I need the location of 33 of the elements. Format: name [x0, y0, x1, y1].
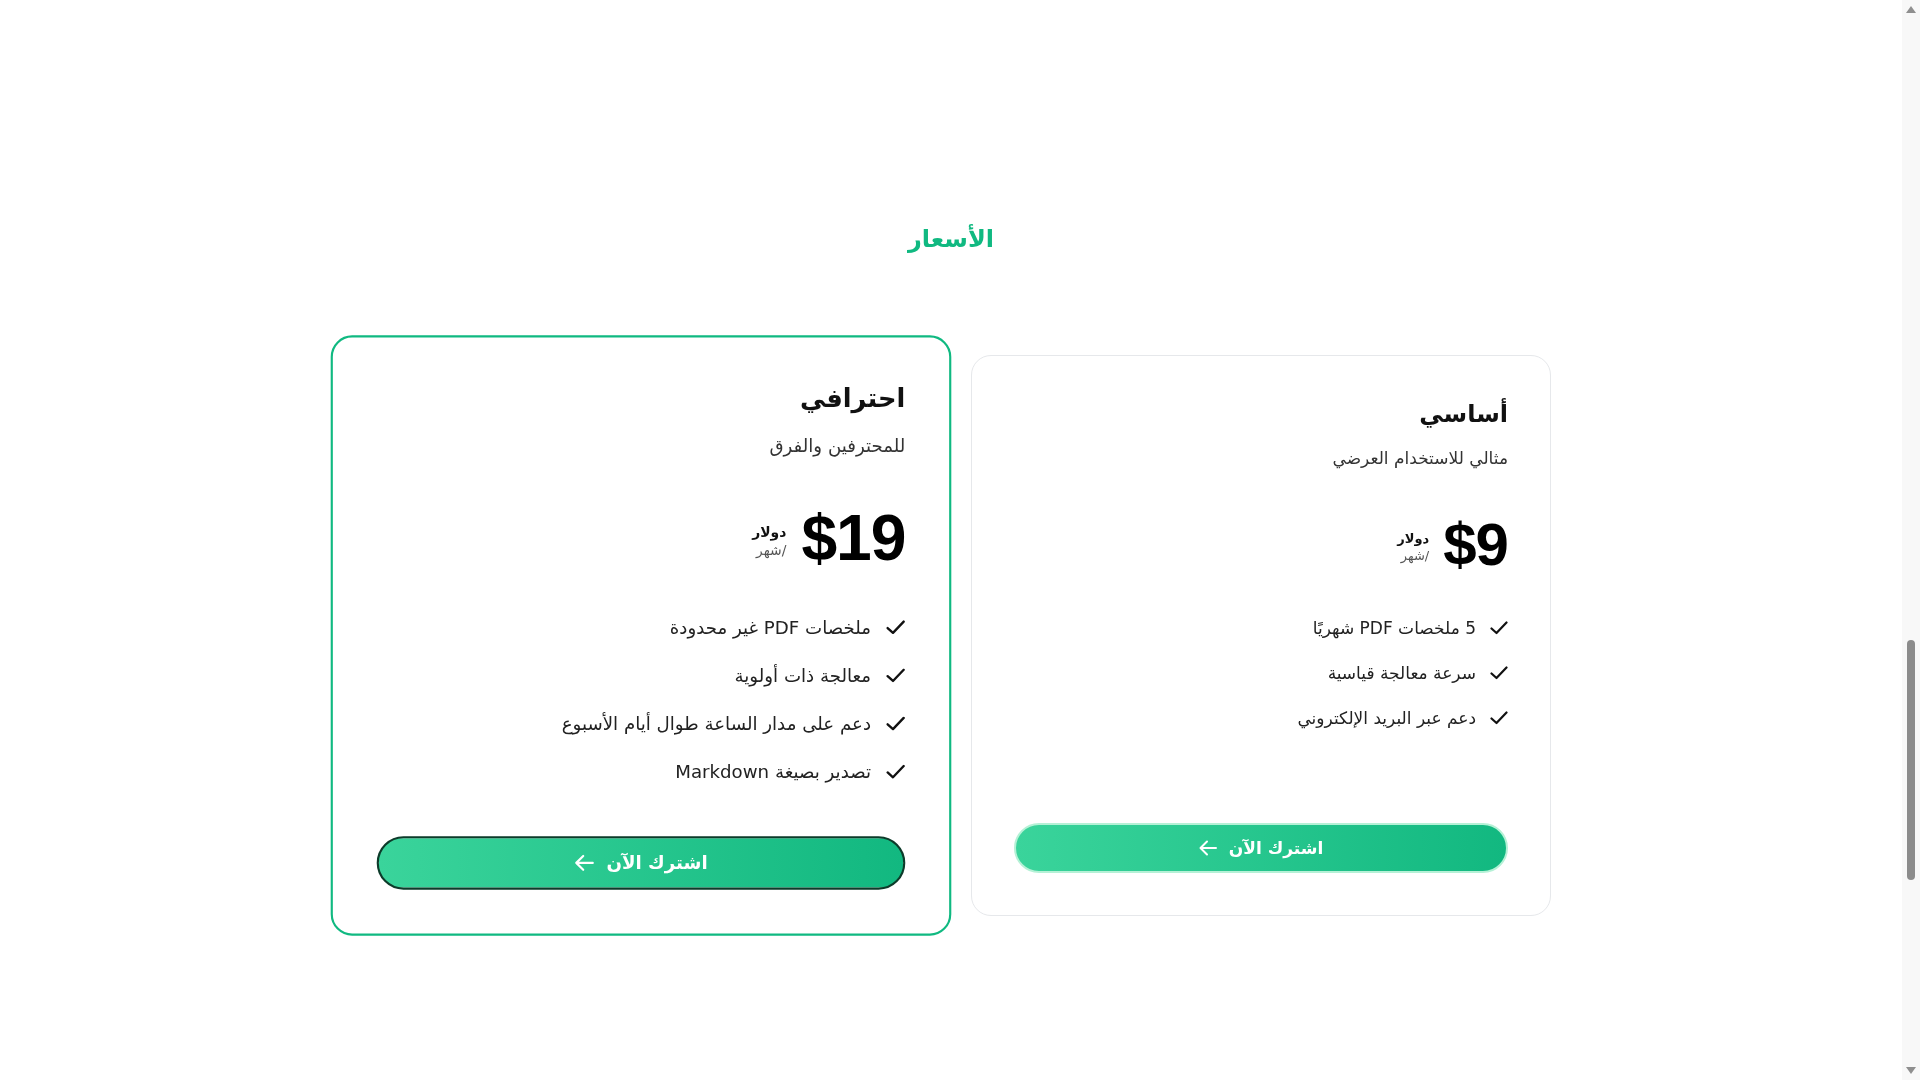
section-title: الأسعار	[907, 223, 995, 255]
arrow-left-icon	[1198, 840, 1217, 856]
feature-text: معالجة ذات أولوية	[734, 663, 872, 689]
plan-description: مثالي للاستخدام العرضي	[1332, 447, 1508, 471]
check-icon	[886, 668, 906, 684]
subscribe-button[interactable]: اشترك الآن	[1014, 823, 1508, 873]
scroll-down-icon[interactable]	[1906, 1067, 1916, 1074]
check-icon	[886, 764, 906, 780]
feature-text: سرعة معالجة قياسية	[1327, 662, 1476, 685]
scrollbar-thumb[interactable]	[1907, 640, 1915, 880]
plan-description: للمحترفين والفرق	[769, 433, 906, 459]
scroll-up-icon[interactable]	[1906, 6, 1916, 13]
feature-text: دعم على مدار الساعة طوال أيام الأسبوع	[561, 711, 872, 737]
check-icon	[1490, 666, 1508, 680]
scrollbar[interactable]	[1902, 0, 1920, 1080]
check-icon	[886, 716, 906, 732]
price: $19	[801, 501, 906, 576]
arrow-left-icon	[574, 854, 594, 872]
period-label: /شهر	[1400, 547, 1430, 564]
feature-text: تصدير بصيغة Markdown	[675, 760, 872, 785]
subscribe-button[interactable]: اشترك الآن	[376, 836, 906, 890]
check-icon	[1490, 621, 1508, 635]
feature-text: دعم عبر البريد الإلكتروني	[1297, 707, 1476, 731]
price: $9	[1443, 510, 1508, 580]
period-label: /شهر	[755, 541, 787, 559]
feature-text: 5 ملخصات PDF شهريًا	[1312, 617, 1476, 641]
currency-label: دولار	[1397, 530, 1430, 547]
check-icon	[886, 620, 906, 635]
feature-text: ملخصات PDF غير محدودة	[669, 615, 872, 641]
plan-name: احترافي	[799, 382, 906, 416]
check-icon	[1490, 711, 1508, 725]
currency-label: دولار	[752, 522, 787, 541]
plan-name: أساسي	[1419, 397, 1508, 430]
